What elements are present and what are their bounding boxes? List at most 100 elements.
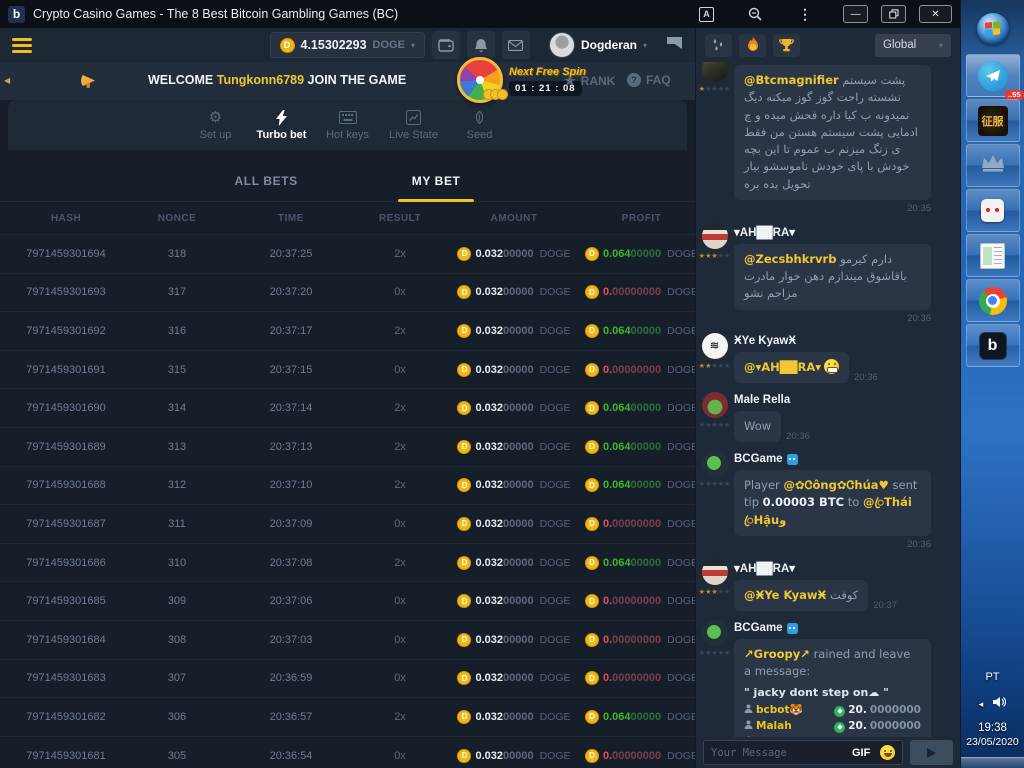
tab-live-state[interactable]: Live State bbox=[389, 109, 439, 141]
avatar bbox=[702, 62, 728, 82]
search-zoom-icon[interactable] bbox=[748, 7, 762, 21]
scroll-left-icon[interactable]: ◀ bbox=[4, 76, 10, 85]
message-content: @Btcmagnifier پشت سیستم نشسته راحت گوز گ… bbox=[734, 65, 954, 214]
bet-amount: D0.03200000DOGE bbox=[440, 594, 588, 608]
profit-value: 0.00000000 bbox=[603, 672, 661, 684]
messages-button[interactable] bbox=[502, 31, 530, 59]
bet-nonce: 311 bbox=[132, 518, 222, 530]
amount-value: 0.03200000 bbox=[475, 402, 533, 414]
trailing-zeros: 0000000 bbox=[870, 703, 921, 719]
bet-nonce: 313 bbox=[132, 441, 222, 453]
taskbar-item-conquer[interactable]: 征服 bbox=[966, 99, 1020, 142]
chat-username[interactable]: BCGame bbox=[734, 453, 954, 465]
bet-nonce: 309 bbox=[132, 595, 222, 607]
tab-label: Live State bbox=[389, 129, 438, 141]
bet-result: 2x bbox=[360, 325, 440, 337]
message-text: Wow bbox=[744, 419, 771, 433]
send-button[interactable] bbox=[910, 740, 953, 765]
tab-label: Set up bbox=[200, 129, 232, 141]
tab-turbo-bet[interactable]: Turbo bet bbox=[257, 109, 307, 141]
chat-username[interactable]: Male Rella bbox=[734, 394, 954, 406]
gif-button[interactable]: GIF bbox=[852, 747, 870, 759]
taskbar-item-telegram[interactable]: ..55 bbox=[966, 54, 1020, 97]
star-icon: ★ bbox=[724, 252, 730, 260]
trailing-zeros: 00000 bbox=[503, 518, 534, 530]
tab-set-up[interactable]: ⚙Set up bbox=[191, 109, 241, 141]
chat-username[interactable]: ▾AH██RA▾ bbox=[734, 225, 954, 239]
speaker-icon[interactable] bbox=[992, 695, 1006, 713]
trailing-zeros: 00000 bbox=[503, 286, 534, 298]
mention-link[interactable]: ↗Groopy↗ bbox=[744, 647, 810, 661]
welcome-message: WELCOME Tungkonn6789 JOIN THE GAME bbox=[148, 73, 406, 87]
chat-message-input[interactable] bbox=[711, 747, 845, 759]
notifications-button[interactable] bbox=[467, 31, 495, 59]
coindrop-button[interactable] bbox=[739, 34, 766, 57]
mention-link[interactable]: @Btcmagnifier bbox=[744, 73, 839, 87]
restore-button[interactable] bbox=[881, 5, 906, 23]
hamburger-menu-icon[interactable] bbox=[12, 38, 32, 53]
tab-label: Hot keys bbox=[326, 129, 369, 141]
chat-username[interactable]: ▾AH██RA▾ bbox=[734, 561, 954, 575]
bet-hash: 7971459301685 bbox=[0, 595, 132, 607]
wallet-button[interactable] bbox=[432, 31, 460, 59]
close-button[interactable]: ✕ bbox=[919, 5, 952, 23]
column-header-nonce: NONCE bbox=[132, 213, 222, 224]
balance-currency: DOGE bbox=[373, 39, 405, 51]
chat-message: ★★★★★▾AH██RA▾@Zecsbhkrvrb دارم کیرمو باق… bbox=[701, 223, 954, 324]
doge-coin-icon: D bbox=[585, 710, 599, 724]
currency-label: DOGE bbox=[540, 750, 571, 762]
mention-link[interactable]: @ӾYe KyawӾ bbox=[744, 588, 826, 602]
bet-profit: D0.06400000DOGE bbox=[588, 324, 695, 338]
notes-app-icon bbox=[980, 243, 1005, 269]
chat-username[interactable]: BCGame bbox=[734, 622, 954, 634]
mention-link[interactable]: @▾AH██RA▾ bbox=[744, 360, 821, 374]
trailing-zeros: 00000 bbox=[631, 441, 662, 453]
table-row: 797145930169131520:37:150xD0.03200000DOG… bbox=[0, 350, 695, 389]
minimize-button[interactable]: — bbox=[843, 5, 868, 23]
doge-coin-icon: D bbox=[585, 478, 599, 492]
browser-menu-icon[interactable]: ⋮ bbox=[798, 6, 812, 23]
site-header: D 4.15302293 DOGE ▾ Dogderan ▾ bbox=[0, 28, 695, 62]
chat-username[interactable]: ӾYe KyawӾ bbox=[734, 335, 954, 347]
chat-channel-select[interactable]: Global ▾ bbox=[875, 34, 951, 57]
balance-amount: 4.15302293 bbox=[301, 38, 367, 52]
bet-time: 20:36:57 bbox=[222, 711, 360, 723]
rank-button[interactable]: ★ RANK bbox=[564, 73, 615, 89]
taskbar-item-notes[interactable] bbox=[966, 234, 1020, 277]
doge-coin-icon: D bbox=[585, 247, 599, 261]
tab-my-bet[interactable]: MY BET bbox=[398, 162, 475, 200]
trophy-button[interactable] bbox=[773, 34, 800, 57]
tab-seed[interactable]: Seed bbox=[455, 109, 505, 141]
tab-all-bets[interactable]: ALL BETS bbox=[221, 162, 312, 200]
taskbar-item-windows[interactable] bbox=[966, 5, 1020, 52]
tab-label: Seed bbox=[467, 129, 493, 141]
clock[interactable]: 19:38 bbox=[961, 722, 1024, 734]
mention-link[interactable]: @✿Ꮳông✿Ꮳhúa♥ bbox=[783, 478, 888, 492]
user-menu[interactable]: Dogderan ▾ bbox=[549, 32, 647, 58]
taskbar-item-crown[interactable] bbox=[966, 144, 1020, 187]
tab-hot-keys[interactable]: Hot keys bbox=[323, 109, 373, 141]
taskbar-item-bcgame[interactable]: b bbox=[966, 324, 1020, 367]
bet-result: 0x bbox=[360, 634, 440, 646]
bet-time: 20:37:20 bbox=[222, 286, 360, 298]
faq-button[interactable]: ? FAQ bbox=[627, 73, 671, 87]
profit-value: 0.00000000 bbox=[603, 595, 661, 607]
taskbar-item-chrome[interactable] bbox=[966, 279, 1020, 322]
balance-selector[interactable]: D 4.15302293 DOGE ▾ bbox=[270, 32, 425, 58]
translate-icon[interactable]: A bbox=[699, 7, 714, 22]
mention-link[interactable]: @Zecsbhkrvrb bbox=[744, 252, 836, 266]
show-desktop-button[interactable] bbox=[961, 757, 1024, 768]
table-row: 797145930169231620:37:172xD0.03200000DOG… bbox=[0, 311, 695, 350]
bet-profit: D0.06400000DOGE bbox=[588, 440, 695, 454]
doge-coin-icon: D bbox=[585, 517, 599, 531]
bet-result: 0x bbox=[360, 595, 440, 607]
date[interactable]: 23/05/2020 bbox=[961, 736, 1024, 748]
emoji-picker-icon[interactable] bbox=[880, 745, 895, 760]
language-indicator[interactable]: PT bbox=[961, 671, 1024, 683]
taskbar-item-dice[interactable] bbox=[966, 189, 1020, 232]
tray-expander-icon[interactable]: ◂ bbox=[979, 699, 984, 710]
trailing-zeros: 00000000 bbox=[612, 364, 661, 376]
chat-collapse-icon[interactable] bbox=[666, 36, 683, 55]
rain-button[interactable] bbox=[705, 34, 732, 57]
avatar bbox=[702, 559, 728, 585]
